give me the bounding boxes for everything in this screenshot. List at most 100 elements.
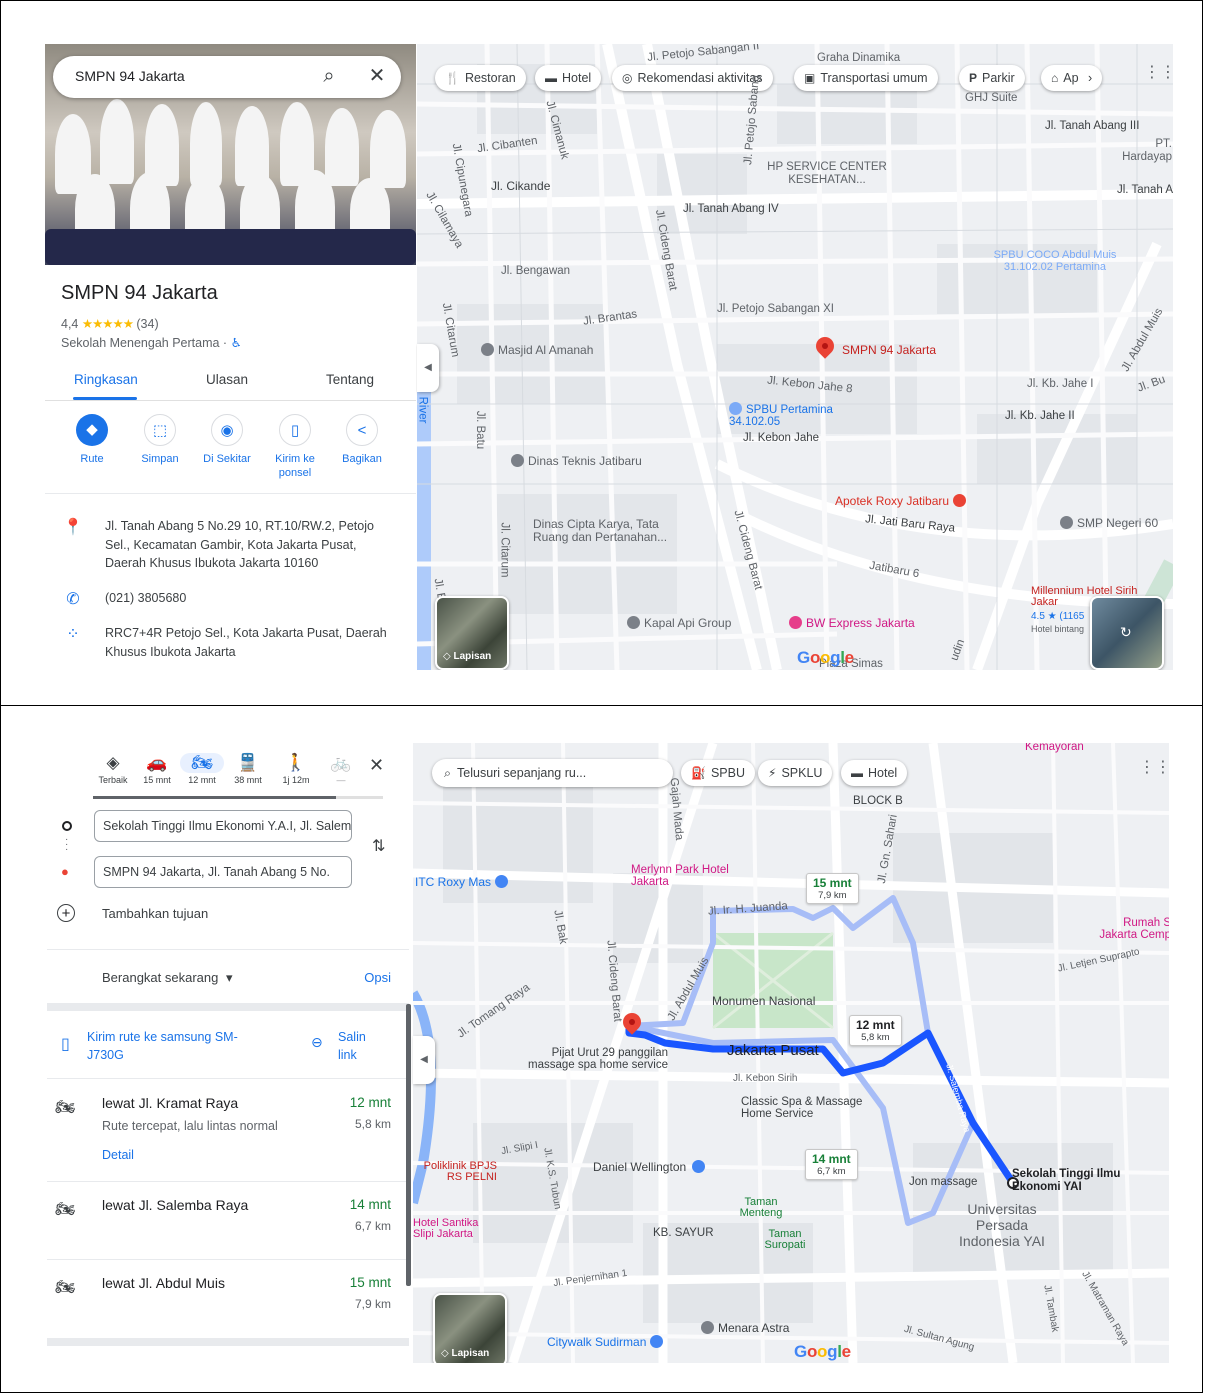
poi-spbu-pertamina[interactable]: SPBU Pertamina 34.102.05	[729, 402, 849, 428]
route-option-3[interactable]: 🏍 lewat Jl. Abdul Muis 15 mnt 7,9 km	[47, 1275, 409, 1325]
poi-bw-express[interactable]: BW Express Jakarta	[789, 616, 915, 630]
directions-icon: ◆	[76, 414, 108, 446]
apps-grid-icon[interactable]: ⋮⋮⋮	[1144, 62, 1173, 82]
layers-button[interactable]: ◇ Lapisan	[433, 1293, 507, 1363]
chip-hotel[interactable]: ▬ Hotel	[535, 65, 602, 91]
mode-car[interactable]: 🚗 15 mnt	[135, 753, 179, 785]
mode-scroll-indicator	[93, 796, 383, 799]
search-input[interactable]: SMPN 94 Jakarta	[75, 68, 185, 84]
depart-time-dropdown[interactable]: Berangkat sekarang ▾	[102, 970, 233, 986]
wheelchair-accessible-icon: ♿	[230, 336, 242, 350]
route-detail-link[interactable]: Detail	[102, 1148, 134, 1162]
map-label: Pijat Urut 29 panggilan massage spa home…	[528, 1047, 668, 1071]
street-view-thumbnail[interactable]: ↻	[1090, 596, 1164, 670]
search-icon[interactable]: ⌕	[317, 64, 341, 88]
divider	[45, 493, 416, 494]
collapse-panel-button[interactable]: ◀	[413, 1036, 435, 1084]
save-button[interactable]: ⬚ Simpan	[125, 414, 195, 466]
route-option-1[interactable]: 🏍 lewat Jl. Kramat Raya 12 mnt 5,8 km Ru…	[47, 1095, 409, 1165]
motorcycle-icon: 🏍	[180, 753, 224, 773]
panel-scrollbar[interactable]	[406, 1004, 411, 1286]
chip-transportasi[interactable]: ▣ Transportasi umum	[794, 65, 938, 91]
route-option-2[interactable]: 🏍 lewat Jl. Salemba Raya 14 mnt 6,7 km	[47, 1197, 409, 1247]
poi-daniel[interactable]: Daniel Wellington	[593, 1160, 709, 1174]
poi-poliklinik[interactable]: Poliklinik BPJS RS PELNI	[413, 1161, 497, 1183]
hotel-icon: ▬	[545, 71, 557, 85]
tab-ringkasan[interactable]: Ringkasan	[74, 372, 138, 387]
poi-menara-astra[interactable]: Menara Astra	[701, 1321, 789, 1335]
business-icon	[627, 616, 640, 629]
poi-dinas-cipta[interactable]: Dinas Cipta Karya, Tata Ruang dan Pertan…	[533, 518, 693, 544]
chip-restoran[interactable]: 🍴 Restoran	[435, 65, 526, 91]
map-directions[interactable]: ⌕ Telusuri sepanjang ru... ⛽ SPBU ⚡ SPKLU ▬…	[413, 743, 1169, 1363]
poi-apotek[interactable]: Apotek Roxy Jatibaru	[835, 494, 970, 508]
poi-taman-menteng[interactable]: Taman Menteng	[731, 1197, 791, 1219]
map-label: Jl. Kb. Jahe II	[1005, 410, 1075, 422]
best-route-icon: ◈	[106, 753, 120, 772]
active-tab-indicator	[73, 397, 137, 400]
map-label: Jl. Citarum	[498, 522, 511, 578]
poi-dinas-teknis[interactable]: Dinas Teknis Jatibaru	[511, 454, 642, 468]
chip-parkir[interactable]: P Parkir	[959, 65, 1025, 91]
mode-best[interactable]: ◈ Terbaik	[91, 753, 135, 785]
google-logo: Google	[794, 1342, 851, 1361]
poi-merlynn[interactable]: Merlynn Park Hotel Jakarta	[631, 864, 741, 888]
swap-icon[interactable]: ⇅	[372, 836, 385, 856]
mode-transit[interactable]: 🚆 38 mnt	[226, 753, 270, 785]
route-dots-icon: · · ·	[65, 834, 69, 855]
share-button[interactable]: < Bagikan	[327, 414, 397, 466]
layers-icon: ◇ Lapisan	[443, 651, 492, 662]
mode-motorcycle[interactable]: 🏍 12 mnt	[180, 753, 224, 785]
map-label: Universitas Persada Indonesia YAI	[959, 1201, 1045, 1249]
poi-citywalk[interactable]: Citywalk Sudirman	[547, 1335, 667, 1349]
destination-input[interactable]: SMPN 94 Jakarta, Jl. Tanah Abang 5 No.	[94, 856, 352, 888]
close-icon[interactable]: ✕	[365, 64, 389, 88]
map-label: PT. Hardayap	[1122, 138, 1172, 163]
apps-grid-icon[interactable]: ⋮⋮⋮	[1139, 757, 1169, 777]
poi-kapal-api[interactable]: Kapal Api Group	[627, 616, 731, 630]
collapse-panel-button[interactable]: ◀	[417, 344, 439, 392]
origin-input[interactable]: Sekolah Tinggi Ilmu Ekonomi Y.A.I, Jl. S…	[94, 810, 352, 842]
route-time-box-main-12[interactable]: 12 mnt 5,8 km	[849, 1015, 902, 1046]
ev-charging-icon: ⚡	[768, 766, 777, 780]
chip-hotel[interactable]: ▬ Hotel	[841, 760, 908, 786]
send-to-phone-icon: ▯	[61, 1036, 70, 1053]
poi-taman-suropati[interactable]: Taman Suropati	[755, 1229, 815, 1251]
layers-button[interactable]: ◇ Lapisan	[435, 596, 509, 670]
route-time-box-alt-15[interactable]: 15 mnt 7,9 km	[806, 873, 859, 904]
search-box[interactable]: SMPN 94 Jakarta ⌕ ✕	[53, 56, 401, 98]
route-time-box-alt-14[interactable]: 14 mnt 6,7 km	[805, 1149, 858, 1180]
nearby-button[interactable]: ◉ Di Sekitar	[192, 414, 262, 466]
chip-spklu[interactable]: ⚡ SPKLU	[758, 760, 833, 786]
options-button[interactable]: Opsi	[364, 970, 391, 985]
chip-spbu[interactable]: ⛽ SPBU	[681, 760, 755, 786]
link-icon: ⊖	[311, 1034, 323, 1050]
google-logo: Google	[797, 648, 854, 667]
review-count[interactable]: (34)	[136, 317, 158, 331]
search-along-route-input[interactable]: Telusuri sepanjang ru...	[457, 766, 586, 780]
tab-ulasan[interactable]: Ulasan	[206, 372, 248, 387]
poi-smp-negeri[interactable]: SMP Negeri 60	[1060, 516, 1158, 530]
search-along-route[interactable]: ⌕ Telusuri sepanjang ru...	[432, 759, 673, 787]
mode-bicycle[interactable]: 🚲 —	[319, 753, 363, 785]
place-title: SMPN 94 Jakarta	[61, 282, 218, 304]
poi-itc-roxy[interactable]: ITC Roxy Mas	[415, 875, 512, 889]
rating-row[interactable]: 4,4 ★★★★★ (34)	[61, 316, 159, 331]
poi-smpn[interactable]: SMPN 94 Jakarta	[842, 343, 936, 357]
map-label-origin: Sekolah Tinggi Ilmu Ekonomi YAI	[1012, 1168, 1121, 1193]
poi-hotel-santika[interactable]: Hotel Santika Slipi Jakarta	[413, 1218, 493, 1240]
map-place[interactable]: 🍴 Restoran ▬ Hotel ◎ Rekomendasi aktivitas …	[417, 44, 1173, 670]
poi-masjid[interactable]: Masjid Al Amanah	[481, 343, 593, 357]
tab-tentang[interactable]: Tentang	[326, 372, 374, 387]
route-button[interactable]: ◆ Rute	[57, 414, 127, 466]
car-icon: 🚗	[146, 753, 168, 772]
chip-apartemen[interactable]: ⌂ Ap ›	[1041, 65, 1103, 91]
send-to-phone-button[interactable]: ▯ Kirim ke ponsel	[260, 414, 330, 480]
mode-walk[interactable]: 🚶 1j 12m	[274, 753, 318, 785]
rating-value: 4,4	[61, 317, 79, 331]
close-directions-button[interactable]: ✕	[369, 755, 384, 776]
divider	[47, 1078, 409, 1079]
map-label: BLOCK B	[853, 795, 903, 807]
add-destination-button[interactable]: + Tambahkan tujuan	[57, 904, 208, 923]
transit-icon: 🚆	[237, 753, 259, 772]
